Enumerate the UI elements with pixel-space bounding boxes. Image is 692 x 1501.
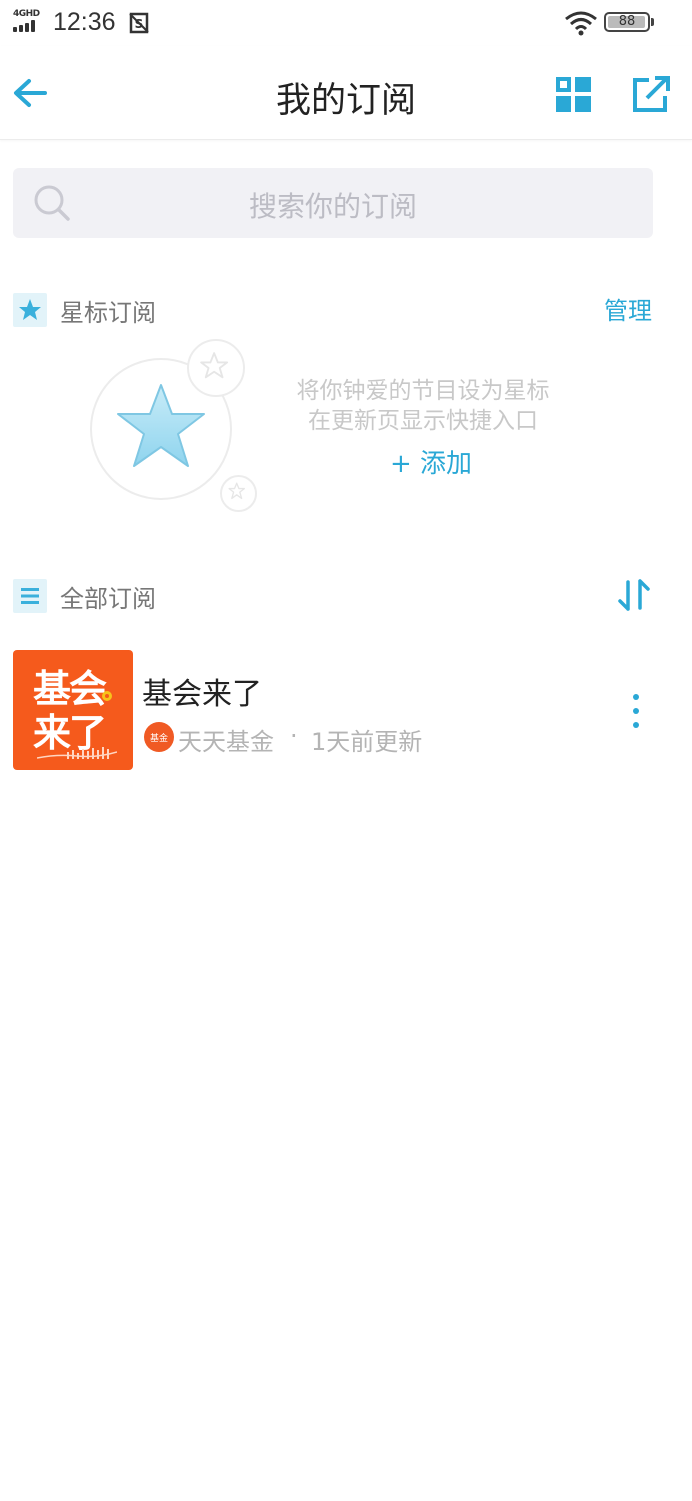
small-star-icon bbox=[220, 475, 257, 512]
network-type: 4GHD bbox=[13, 9, 40, 19]
add-starred-button[interactable]: + 添加 bbox=[390, 443, 472, 480]
author-avatar: 基金 bbox=[144, 722, 174, 752]
empty-hint-line2: 在更新页显示快捷入口 bbox=[308, 408, 538, 434]
starred-title: 星标订阅 bbox=[60, 299, 156, 327]
small-star-icon bbox=[187, 339, 245, 397]
sim-icon: S bbox=[129, 12, 149, 34]
search-placeholder: 搜索你的订阅 bbox=[248, 190, 417, 223]
manage-button[interactable]: 管理 bbox=[604, 291, 652, 326]
starred-section-header: 星标订阅 管理 bbox=[0, 291, 692, 331]
status-bar: 4GHD 12:36 S 88 bbox=[0, 0, 692, 46]
item-title[interactable]: 基会来了 bbox=[142, 669, 262, 713]
meta-separator: · bbox=[290, 722, 298, 750]
wifi-icon bbox=[565, 11, 597, 36]
share-icon[interactable] bbox=[632, 76, 670, 113]
item-updated: 1天前更新 bbox=[311, 728, 423, 756]
status-time: 12:36 bbox=[53, 8, 116, 36]
signal-icon bbox=[13, 20, 43, 32]
more-vertical-icon[interactable] bbox=[628, 694, 644, 728]
battery-level: 88 bbox=[618, 14, 636, 29]
grid-icon[interactable] bbox=[555, 76, 592, 113]
battery-icon: 88 bbox=[604, 12, 650, 32]
empty-hint-line1: 将你钟爱的节目设为星标 bbox=[296, 378, 550, 404]
podcast-cover[interactable]: 基会 来了 bbox=[13, 650, 133, 770]
coin-icon bbox=[102, 691, 112, 701]
search-input[interactable]: 搜索你的订阅 bbox=[13, 168, 653, 238]
waveform-icon bbox=[37, 747, 117, 759]
list-icon bbox=[13, 579, 47, 613]
nav-bar: 我的订阅 bbox=[0, 46, 692, 140]
sort-icon[interactable] bbox=[618, 579, 650, 611]
item-author: 天天基金 bbox=[178, 728, 274, 756]
all-title: 全部订阅 bbox=[60, 585, 156, 613]
star-icon bbox=[13, 293, 47, 327]
all-section-header: 全部订阅 bbox=[0, 577, 692, 617]
